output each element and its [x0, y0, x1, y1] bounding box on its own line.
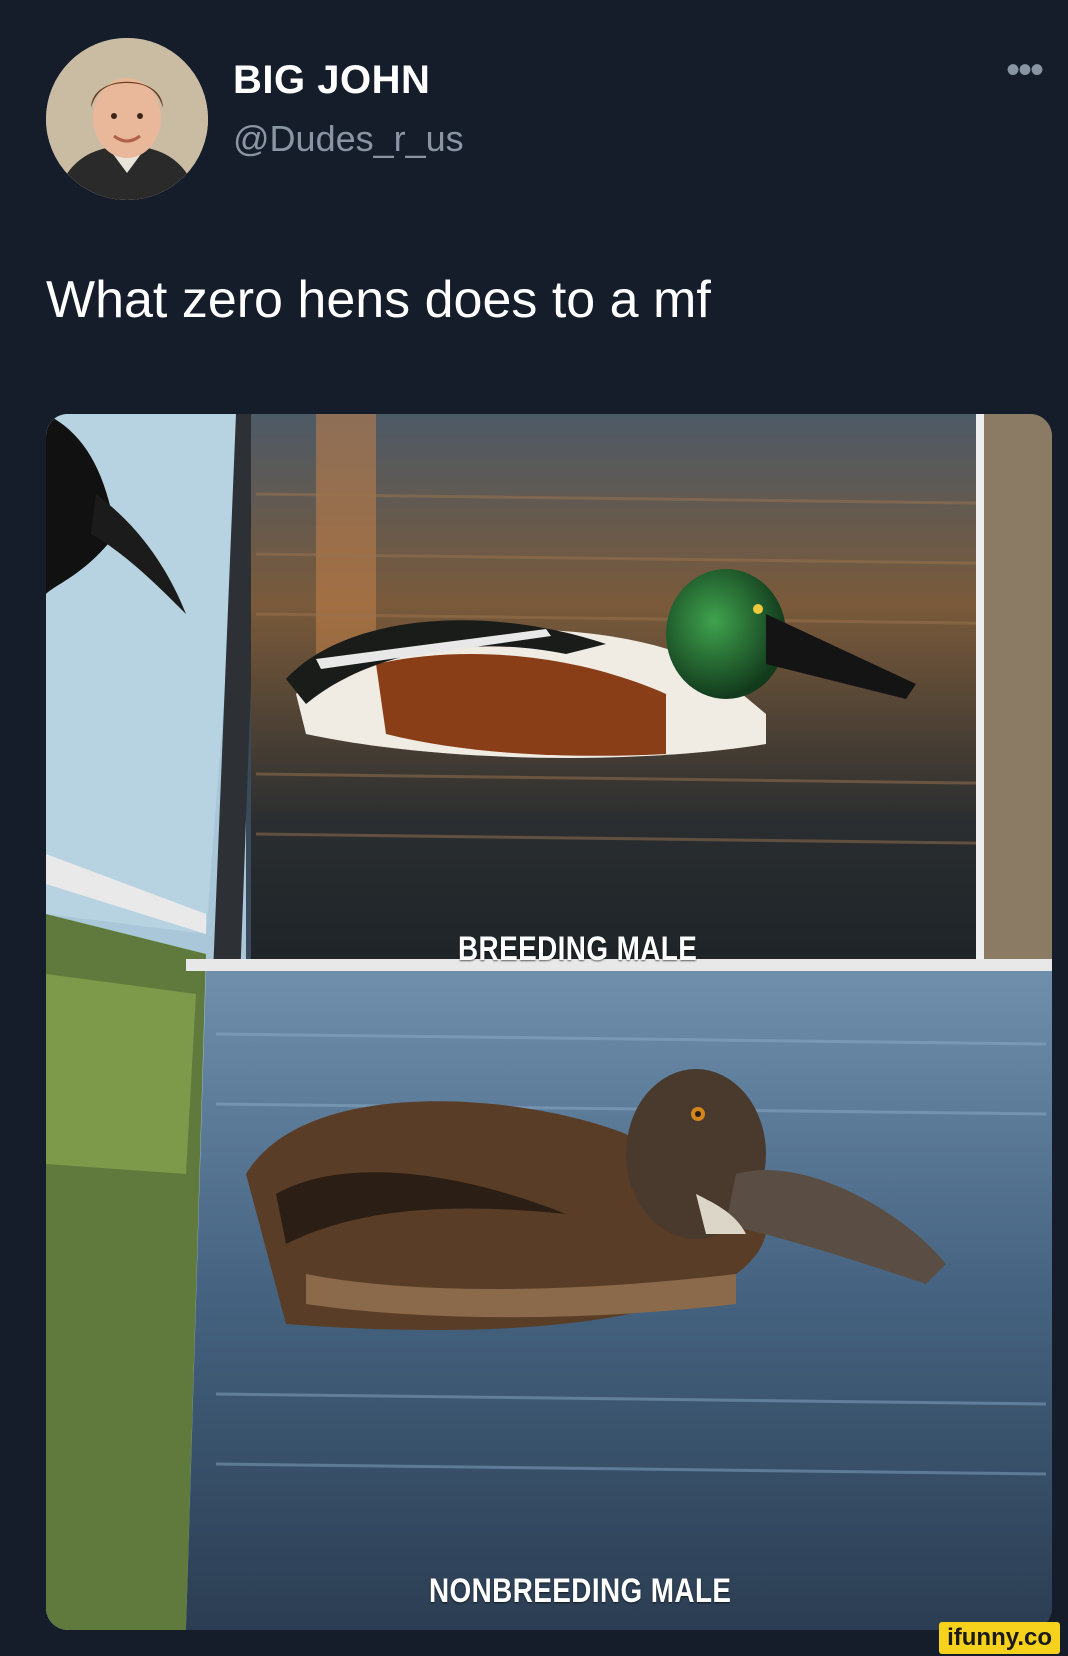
user-handle[interactable]: @Dudes_r_us — [233, 118, 464, 160]
tweet-header: BIG JOHN @Dudes_r_us ••• — [0, 0, 1068, 220]
ifunny-watermark: ifunny.co — [939, 1622, 1060, 1654]
tweet-text: What zero hens does to a mf — [46, 271, 711, 329]
caption-breeding-male: BREEDING MALE — [458, 930, 698, 968]
duck-book-photo — [46, 414, 1052, 1630]
caption-nonbreeding-male: NONBREEDING MALE — [429, 1572, 732, 1610]
tweet-photo[interactable]: BREEDING MALE NONBREEDING MALE — [46, 414, 1052, 1630]
avatar-photo — [46, 38, 208, 200]
more-options-icon[interactable]: ••• — [1000, 50, 1048, 100]
display-name[interactable]: BIG JOHN — [233, 58, 430, 103]
avatar[interactable] — [46, 38, 208, 200]
